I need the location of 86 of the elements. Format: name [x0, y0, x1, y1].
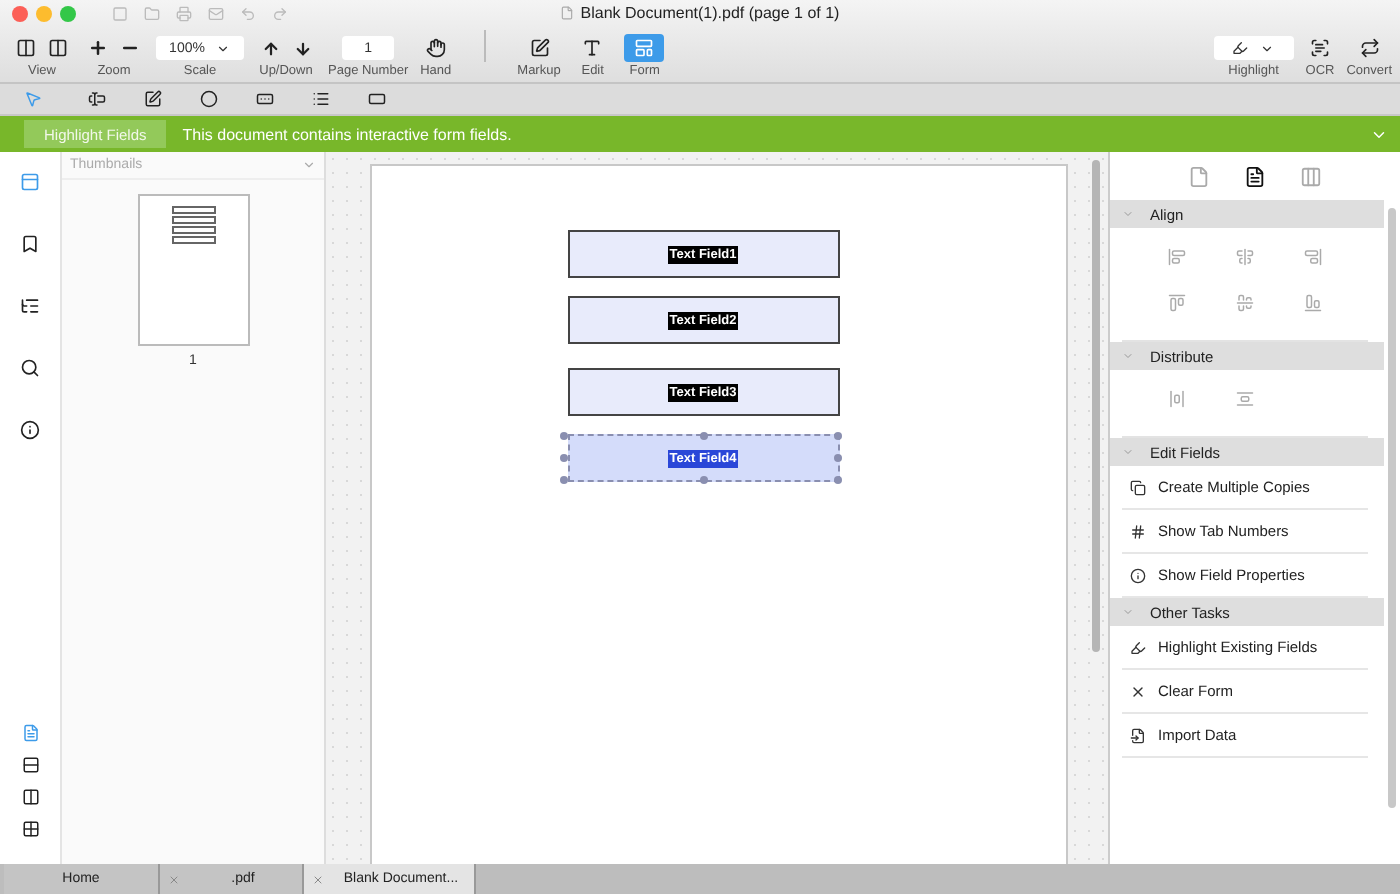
hand-icon	[425, 38, 446, 58]
text-field-icon	[87, 90, 105, 108]
caret-icon	[216, 41, 231, 55]
scroll-page-icon	[21, 756, 39, 774]
marker-icon	[1232, 40, 1249, 56]
zoom-window-button[interactable]	[60, 5, 76, 21]
document-icon	[1244, 165, 1266, 187]
columns-icon	[1300, 165, 1322, 187]
scrollbar[interactable]	[1092, 160, 1100, 652]
align-icon[interactable]	[1167, 248, 1186, 266]
caret-icon	[1122, 208, 1134, 220]
text-icon	[582, 38, 603, 58]
info-icon	[1130, 567, 1146, 583]
close-icon	[1130, 683, 1146, 699]
two-page-icon	[21, 788, 39, 806]
folder-icon[interactable]	[144, 5, 160, 21]
close-window-button[interactable]	[12, 5, 28, 21]
arrow-down-icon	[293, 39, 311, 57]
ocr-button[interactable]	[1306, 34, 1334, 62]
scan-icon	[1310, 38, 1330, 58]
thumbnails-icon	[20, 172, 40, 192]
resize-handle[interactable]	[833, 476, 841, 484]
plus-icon	[88, 38, 108, 58]
window-title: Blank Document(1).pdf (page 1 of 1)	[580, 3, 840, 21]
mail-icon[interactable]	[208, 5, 224, 21]
single-page-icon	[21, 724, 39, 742]
double-view-button[interactable]	[44, 34, 72, 62]
align-icon[interactable]	[1235, 294, 1254, 312]
hash-icon	[1130, 523, 1146, 539]
align-icon[interactable]	[1304, 294, 1323, 312]
page-thumbnail[interactable]	[137, 194, 249, 346]
single-view-button[interactable]	[12, 34, 40, 62]
align-icon[interactable]	[1167, 390, 1186, 408]
rectangle-icon	[367, 90, 385, 108]
resize-handle[interactable]	[559, 431, 568, 440]
form-mode-button[interactable]	[624, 34, 665, 62]
resize-handle[interactable]	[699, 476, 707, 484]
redo-icon[interactable]	[272, 5, 288, 21]
grid-page-icon	[21, 820, 39, 838]
repeat-icon	[1359, 38, 1380, 58]
scrollbar[interactable]	[1388, 208, 1396, 808]
arrow-up-icon	[261, 39, 279, 57]
caret-icon	[1260, 41, 1275, 55]
resize-handle[interactable]	[559, 454, 568, 462]
align-icon[interactable]	[1304, 248, 1323, 266]
pointer-icon	[23, 90, 41, 108]
align-icon[interactable]	[1235, 390, 1254, 408]
info-icon	[20, 420, 40, 440]
page-panel-tab[interactable]	[1188, 165, 1210, 187]
list-icon	[311, 90, 329, 108]
resize-handle[interactable]	[833, 431, 841, 440]
bookmark-icon	[20, 234, 40, 254]
import-icon	[1130, 727, 1146, 743]
columns-icon	[16, 38, 36, 58]
resize-handle[interactable]	[559, 476, 568, 484]
resize-handle[interactable]	[699, 431, 707, 440]
search-sidebar-button[interactable]	[16, 354, 44, 382]
caret-icon	[1122, 606, 1134, 618]
banner-message: This document contains interactive form fields.	[182, 125, 512, 143]
align-icon[interactable]	[1167, 294, 1186, 312]
combo-box-icon	[255, 90, 273, 108]
close-icon[interactable]	[312, 873, 324, 885]
radio-tool-icon	[199, 90, 217, 108]
copy-icon	[1130, 479, 1146, 495]
undo-icon[interactable]	[240, 5, 256, 21]
doc-panel-tab[interactable]	[1244, 165, 1266, 187]
align-icon[interactable]	[1235, 248, 1254, 266]
pen-icon	[529, 38, 549, 58]
document-icon	[560, 5, 575, 19]
page-icon	[1188, 165, 1210, 187]
resize-handle[interactable]	[833, 454, 841, 462]
print-icon[interactable]	[176, 5, 192, 21]
props-panel-tab[interactable]	[1300, 165, 1322, 187]
form-icon	[634, 38, 655, 58]
caret-icon	[1122, 350, 1134, 362]
highlight-dropdown[interactable]	[1213, 36, 1294, 60]
caret-icon	[1122, 446, 1134, 458]
close-icon[interactable]	[168, 873, 180, 885]
hand-button[interactable]	[421, 34, 450, 62]
marker-icon	[1130, 639, 1146, 655]
dropdown-icon[interactable]	[302, 158, 316, 172]
search-icon	[20, 358, 40, 378]
outline-icon	[20, 296, 40, 316]
info-sidebar-button[interactable]	[16, 416, 44, 444]
columns-icon	[48, 38, 68, 58]
thumbs-sidebar-button[interactable]	[16, 168, 44, 196]
